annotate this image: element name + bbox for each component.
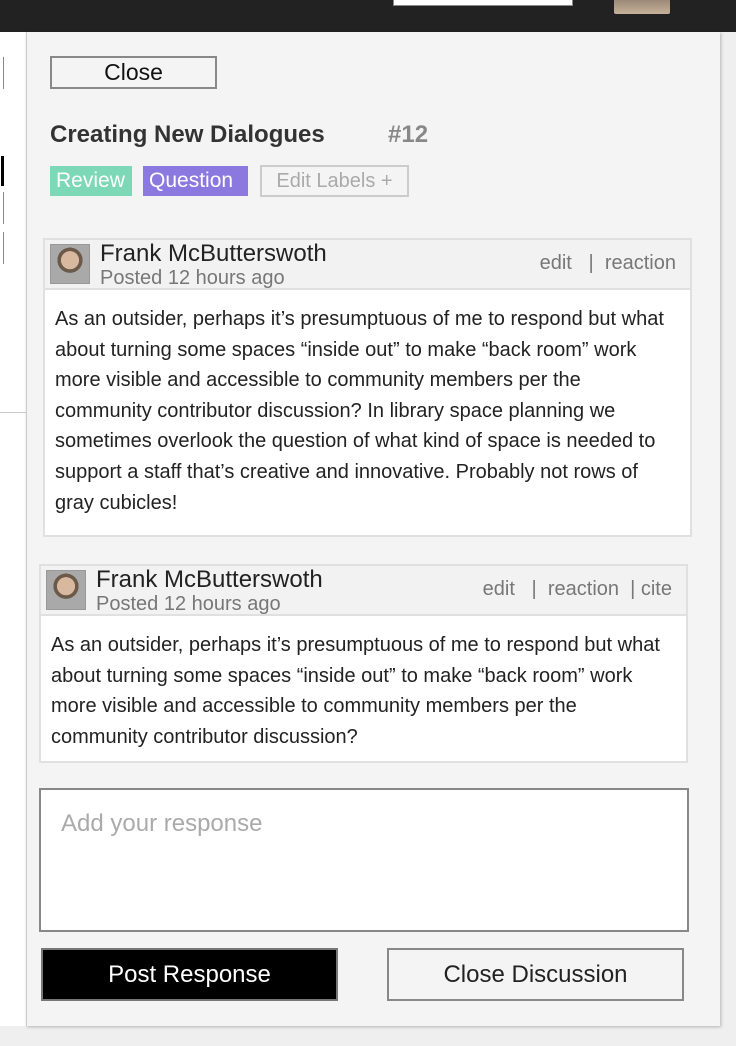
top-bar (0, 0, 736, 32)
close-button[interactable]: Close (50, 56, 217, 89)
comment-actions[interactable]: edit | reaction | cite (483, 578, 672, 601)
background-left-pane (0, 32, 26, 1026)
background-field (0, 156, 4, 186)
top-search-input[interactable] (393, 0, 573, 6)
discussion-panel: Close Creating New Dialogues #12 Review … (26, 32, 720, 1026)
comment-timestamp: Posted 12 hours ago (100, 267, 285, 289)
author-avatar-icon[interactable] (46, 570, 86, 610)
background-field (0, 57, 4, 89)
edit-labels-button[interactable]: Edit Labels + (260, 165, 409, 197)
discussion-title: Creating New Dialogues (50, 121, 325, 148)
issue-number: #12 (388, 121, 429, 148)
background-divider (0, 412, 26, 413)
response-input[interactable] (41, 790, 687, 930)
comment-header: Frank McButterswoth Posted 12 hours ago … (45, 240, 690, 290)
comment-author[interactable]: Frank McButterswoth (96, 566, 323, 594)
author-avatar-icon[interactable] (50, 244, 90, 284)
post-response-button[interactable]: Post Response (41, 948, 338, 1001)
comment-timestamp: Posted 12 hours ago (96, 593, 281, 615)
response-field-container (39, 788, 689, 932)
comment-card: Frank McButterswoth Posted 12 hours ago … (43, 238, 692, 537)
comment-body: As an outsider, perhaps it’s presumptuou… (55, 308, 664, 514)
background-field (0, 192, 4, 224)
comment-header: Frank McButterswoth Posted 12 hours ago … (41, 566, 686, 616)
comment-body: As an outsider, perhaps it’s presumptuou… (51, 634, 660, 748)
comment-actions[interactable]: edit | reaction (540, 252, 676, 275)
comment-card: Frank McButterswoth Posted 12 hours ago … (39, 564, 688, 763)
label-review[interactable]: Review (50, 166, 132, 196)
comment-author[interactable]: Frank McButterswoth (100, 240, 327, 268)
user-avatar-icon[interactable] (614, 0, 670, 14)
close-discussion-button[interactable]: Close Discussion (387, 948, 684, 1001)
background-field (0, 232, 4, 264)
label-question[interactable]: Question (143, 166, 248, 196)
